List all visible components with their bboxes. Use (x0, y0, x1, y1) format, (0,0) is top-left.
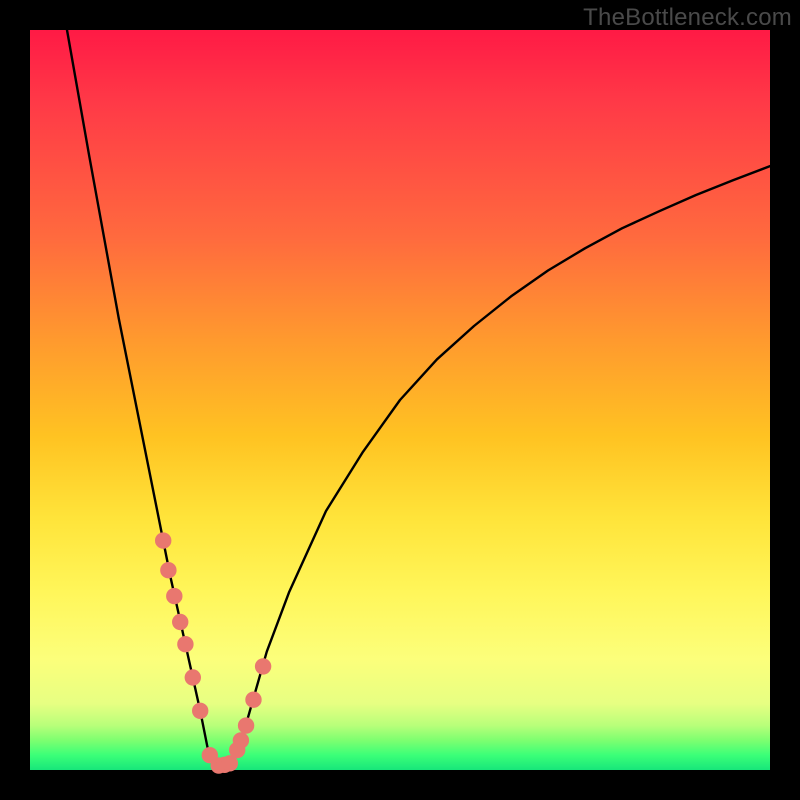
curve-marker (166, 588, 182, 604)
curve-marker (238, 717, 254, 733)
curve-marker (185, 669, 201, 685)
curve-marker (233, 732, 249, 748)
marker-group (155, 532, 271, 773)
curve-marker (155, 532, 171, 548)
bottleneck-curve (67, 30, 770, 766)
curve-marker (160, 562, 176, 578)
curve-marker (172, 614, 188, 630)
curve-marker (255, 658, 271, 674)
curve-marker (177, 636, 193, 652)
curve-layer (30, 30, 770, 770)
watermark-text: TheBottleneck.com (583, 4, 792, 32)
curve-marker (245, 692, 261, 708)
curve-marker (192, 703, 208, 719)
chart-frame: TheBottleneck.com (0, 0, 800, 800)
